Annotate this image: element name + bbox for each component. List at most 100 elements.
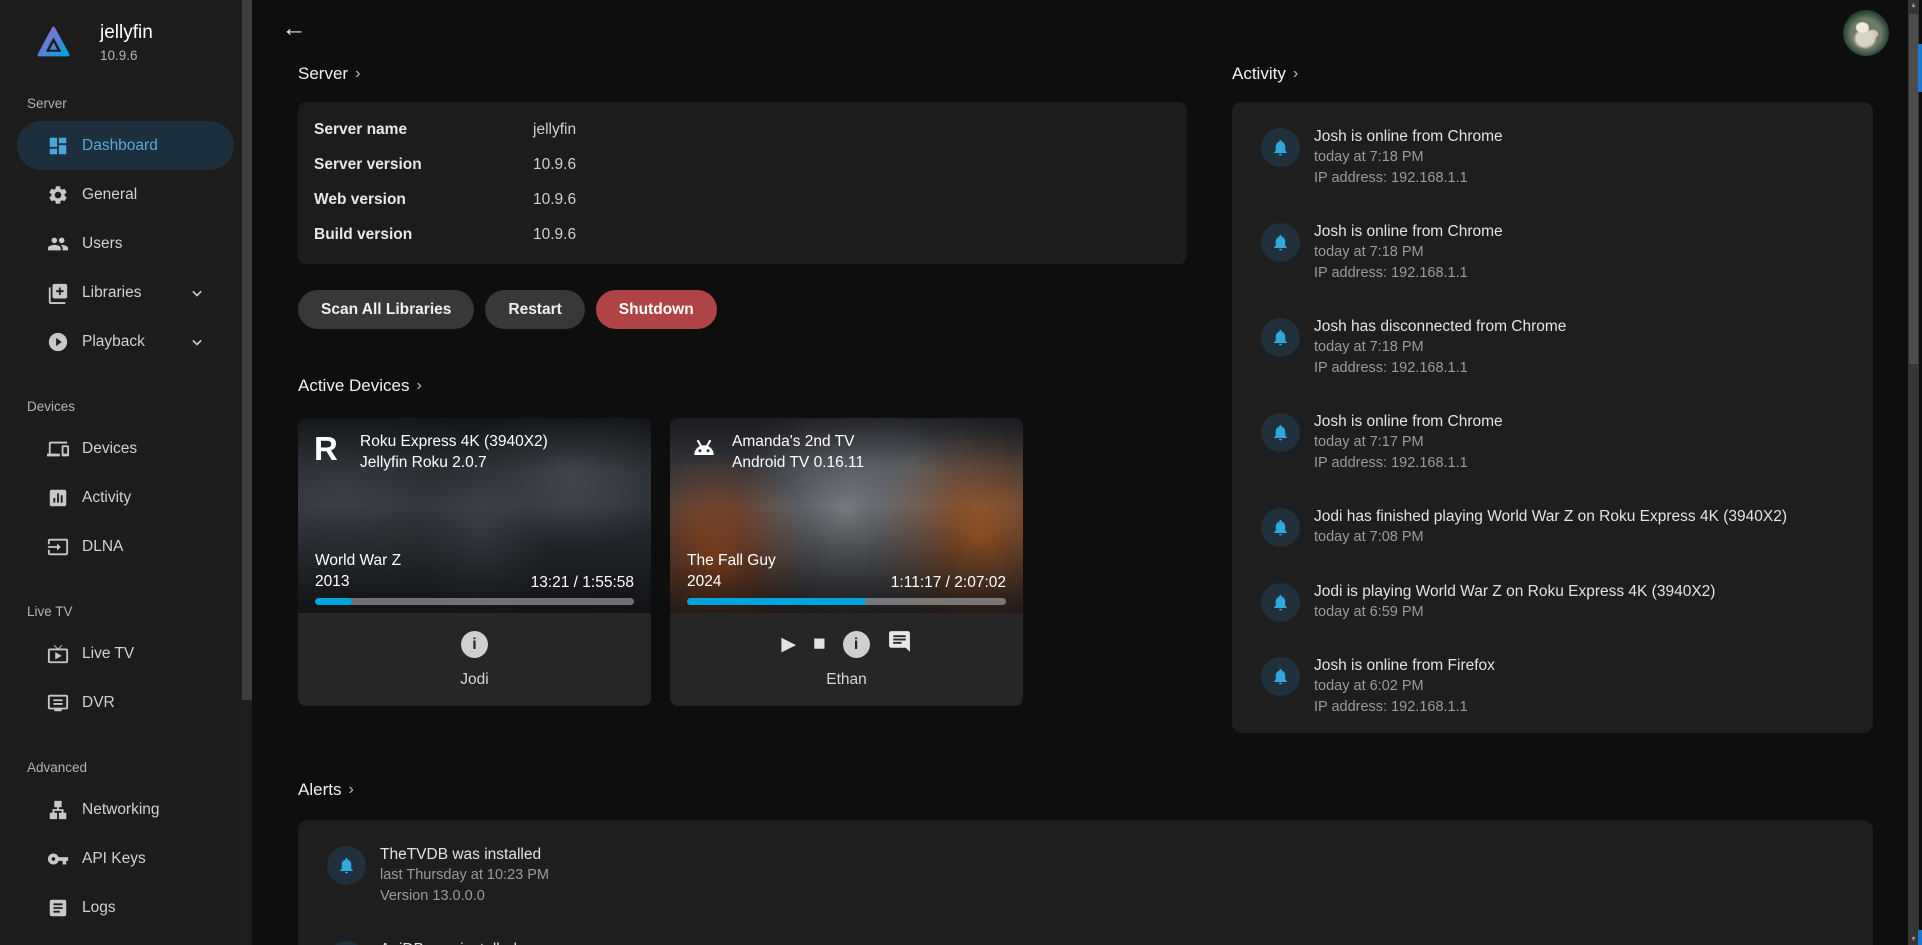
activity-panel: Josh is online from Chrometoday at 7:18 … xyxy=(1232,102,1873,733)
sidebar-item-playback[interactable]: Playback xyxy=(17,317,234,366)
play-button[interactable]: ▶ xyxy=(781,633,796,656)
sidebar-item-logs[interactable]: Logs xyxy=(17,883,234,932)
active-devices-row: R Roku Express 4K (3940X2)Jellyfin Roku 2… xyxy=(298,418,1187,706)
stop-button[interactable]: ■ xyxy=(813,632,826,656)
message-button[interactable] xyxy=(887,629,912,659)
sidebar-scrollbar-thumb[interactable] xyxy=(242,0,252,700)
bell-icon xyxy=(1271,667,1290,686)
server-info-row-web-version: Web version10.9.6 xyxy=(314,182,1171,217)
sidebar-item-api-keys[interactable]: API Keys xyxy=(17,834,234,883)
sidebar-item-users[interactable]: Users xyxy=(17,219,234,268)
sidebar-item-libraries[interactable]: Libraries xyxy=(17,268,234,317)
alerts-link[interactable]: Alerts › xyxy=(298,780,1873,800)
active-devices-title: Active Devices xyxy=(298,376,409,396)
sidebar-item-label: API Keys xyxy=(82,850,146,868)
server-info-row-server-version: Server version10.9.6 xyxy=(314,147,1171,182)
window-edge-artifact xyxy=(1918,44,1922,92)
key-icon xyxy=(47,848,69,870)
user-avatar xyxy=(1843,10,1889,56)
sidebar-scrollbar[interactable] xyxy=(240,0,252,945)
feed-item-time: last Thursday at 10:23 PM xyxy=(380,865,549,886)
alerts-panel: TheTVDB was installedlast Thursday at 10… xyxy=(298,820,1873,945)
server-info-card: Server namejellyfinServer version10.9.6W… xyxy=(298,102,1187,264)
article-icon xyxy=(47,897,69,919)
device-name: Roku Express 4K (3940X2) xyxy=(360,431,548,452)
sidebar-item-live-tv[interactable]: Live TV xyxy=(17,629,234,678)
notification-bell-badge xyxy=(1261,508,1300,547)
sidebar-item-general[interactable]: General xyxy=(17,170,234,219)
app-version: 10.9.6 xyxy=(100,48,153,63)
sidebar-item-dvr[interactable]: DVR xyxy=(17,678,234,727)
notification-bell-badge xyxy=(1261,657,1300,696)
active-devices-link[interactable]: Active Devices › xyxy=(298,376,1187,396)
scan-all-libraries-button[interactable]: Scan All Libraries xyxy=(298,290,474,329)
input-icon xyxy=(47,536,69,558)
sidebar-item-label: Libraries xyxy=(82,284,141,302)
server-info-label: Server version xyxy=(314,156,533,174)
page-scrollbar[interactable]: ▲ ▼ xyxy=(1908,0,1919,945)
play-circle-icon xyxy=(47,331,69,353)
feed-item-time: today at 6:59 PM xyxy=(1314,602,1715,623)
feed-item-title: Josh is online from Chrome xyxy=(1314,221,1503,242)
server-info-row-build-version: Build version10.9.6 xyxy=(314,217,1171,252)
feed-item-detail: Version 13.0.0.0 xyxy=(380,886,549,907)
feed-item-time: today at 7:18 PM xyxy=(1314,242,1503,263)
feed-item-detail: IP address: 192.168.1.1 xyxy=(1314,697,1495,718)
info-button[interactable]: i xyxy=(843,631,870,658)
analytics-icon xyxy=(47,487,69,509)
info-button[interactable]: i xyxy=(461,631,488,658)
feed-item-title: Jodi is playing World War Z on Roku Expr… xyxy=(1314,581,1715,602)
sidebar-item-label: Live TV xyxy=(82,645,134,663)
device-card-amanda-s-2nd-tv: Amanda's 2nd TVAndroid TV 0.16.11The Fal… xyxy=(670,418,1023,706)
notification-bell-badge xyxy=(327,941,366,945)
roku-logo-icon: R xyxy=(314,431,352,467)
device-card-header: R Roku Express 4K (3940X2)Jellyfin Roku 2… xyxy=(298,418,651,473)
app-header: jellyfin 10.9.6 xyxy=(0,0,252,63)
server-section-link[interactable]: Server › xyxy=(298,64,1187,84)
sidebar-item-label: Logs xyxy=(82,899,116,917)
playback-progress-fill xyxy=(687,598,866,605)
sidebar-item-devices[interactable]: Devices xyxy=(17,424,234,473)
jellyfin-logo-icon xyxy=(37,26,70,59)
feed-item: AniDB was installed xyxy=(327,939,1849,945)
page-scrollbar-thumb[interactable] xyxy=(1909,14,1918,364)
sidebar-item-label: Activity xyxy=(82,489,131,507)
activity-link[interactable]: Activity › xyxy=(1232,64,1873,84)
user-menu-button[interactable] xyxy=(1843,10,1889,56)
sidebar-item-label: Devices xyxy=(82,440,137,458)
feed-item: Jodi is playing World War Z on Roku Expr… xyxy=(1261,581,1849,623)
chevron-right-icon: › xyxy=(1293,65,1298,83)
sidebar-item-dlna[interactable]: DLNA xyxy=(17,522,234,571)
feed-item: TheTVDB was installedlast Thursday at 10… xyxy=(327,844,1849,906)
activity-title: Activity xyxy=(1232,64,1286,84)
chevron-right-icon: › xyxy=(355,65,360,83)
device-card-footer: ▶ ■ i Ethan xyxy=(670,613,1023,706)
sidebar-item-dashboard[interactable]: Dashboard xyxy=(17,121,234,170)
sidebar-item-label: Playback xyxy=(82,333,145,351)
now-playing-info: World War Z201313:21 / 1:55:58 xyxy=(315,550,634,592)
shutdown-button[interactable]: Shutdown xyxy=(596,290,717,329)
sidebar-item-label: Dashboard xyxy=(82,137,158,155)
bell-icon xyxy=(1271,233,1290,252)
restart-button[interactable]: Restart xyxy=(485,290,584,329)
server-section-title: Server xyxy=(298,64,348,84)
media-title: The Fall Guy xyxy=(687,550,776,571)
lan-icon xyxy=(47,799,69,821)
settings-icon xyxy=(47,184,69,206)
scroll-up-icon[interactable]: ▲ xyxy=(1908,2,1919,9)
back-button[interactable]: ← xyxy=(276,10,312,46)
sidebar-item-networking[interactable]: Networking xyxy=(17,785,234,834)
feed-item-detail: IP address: 192.168.1.1 xyxy=(1314,168,1503,189)
playback-time: 1:11:17 / 2:07:02 xyxy=(891,574,1006,592)
media-backdrop-world-war-z: R Roku Express 4K (3940X2)Jellyfin Roku 2… xyxy=(298,418,651,613)
feed-item-detail: IP address: 192.168.1.1 xyxy=(1314,453,1503,474)
feed-item: Josh is online from Chrometoday at 7:18 … xyxy=(1261,126,1849,188)
client-version: Android TV 0.16.11 xyxy=(732,452,864,473)
session-username: Ethan xyxy=(826,671,867,689)
playback-time: 13:21 / 1:55:58 xyxy=(531,574,634,592)
sidebar-section-label-devices: Devices xyxy=(0,399,252,414)
client-version: Jellyfin Roku 2.0.7 xyxy=(360,452,548,473)
sidebar-item-activity[interactable]: Activity xyxy=(17,473,234,522)
feed-item-title: Josh has disconnected from Chrome xyxy=(1314,316,1566,337)
bell-icon xyxy=(1271,423,1290,442)
